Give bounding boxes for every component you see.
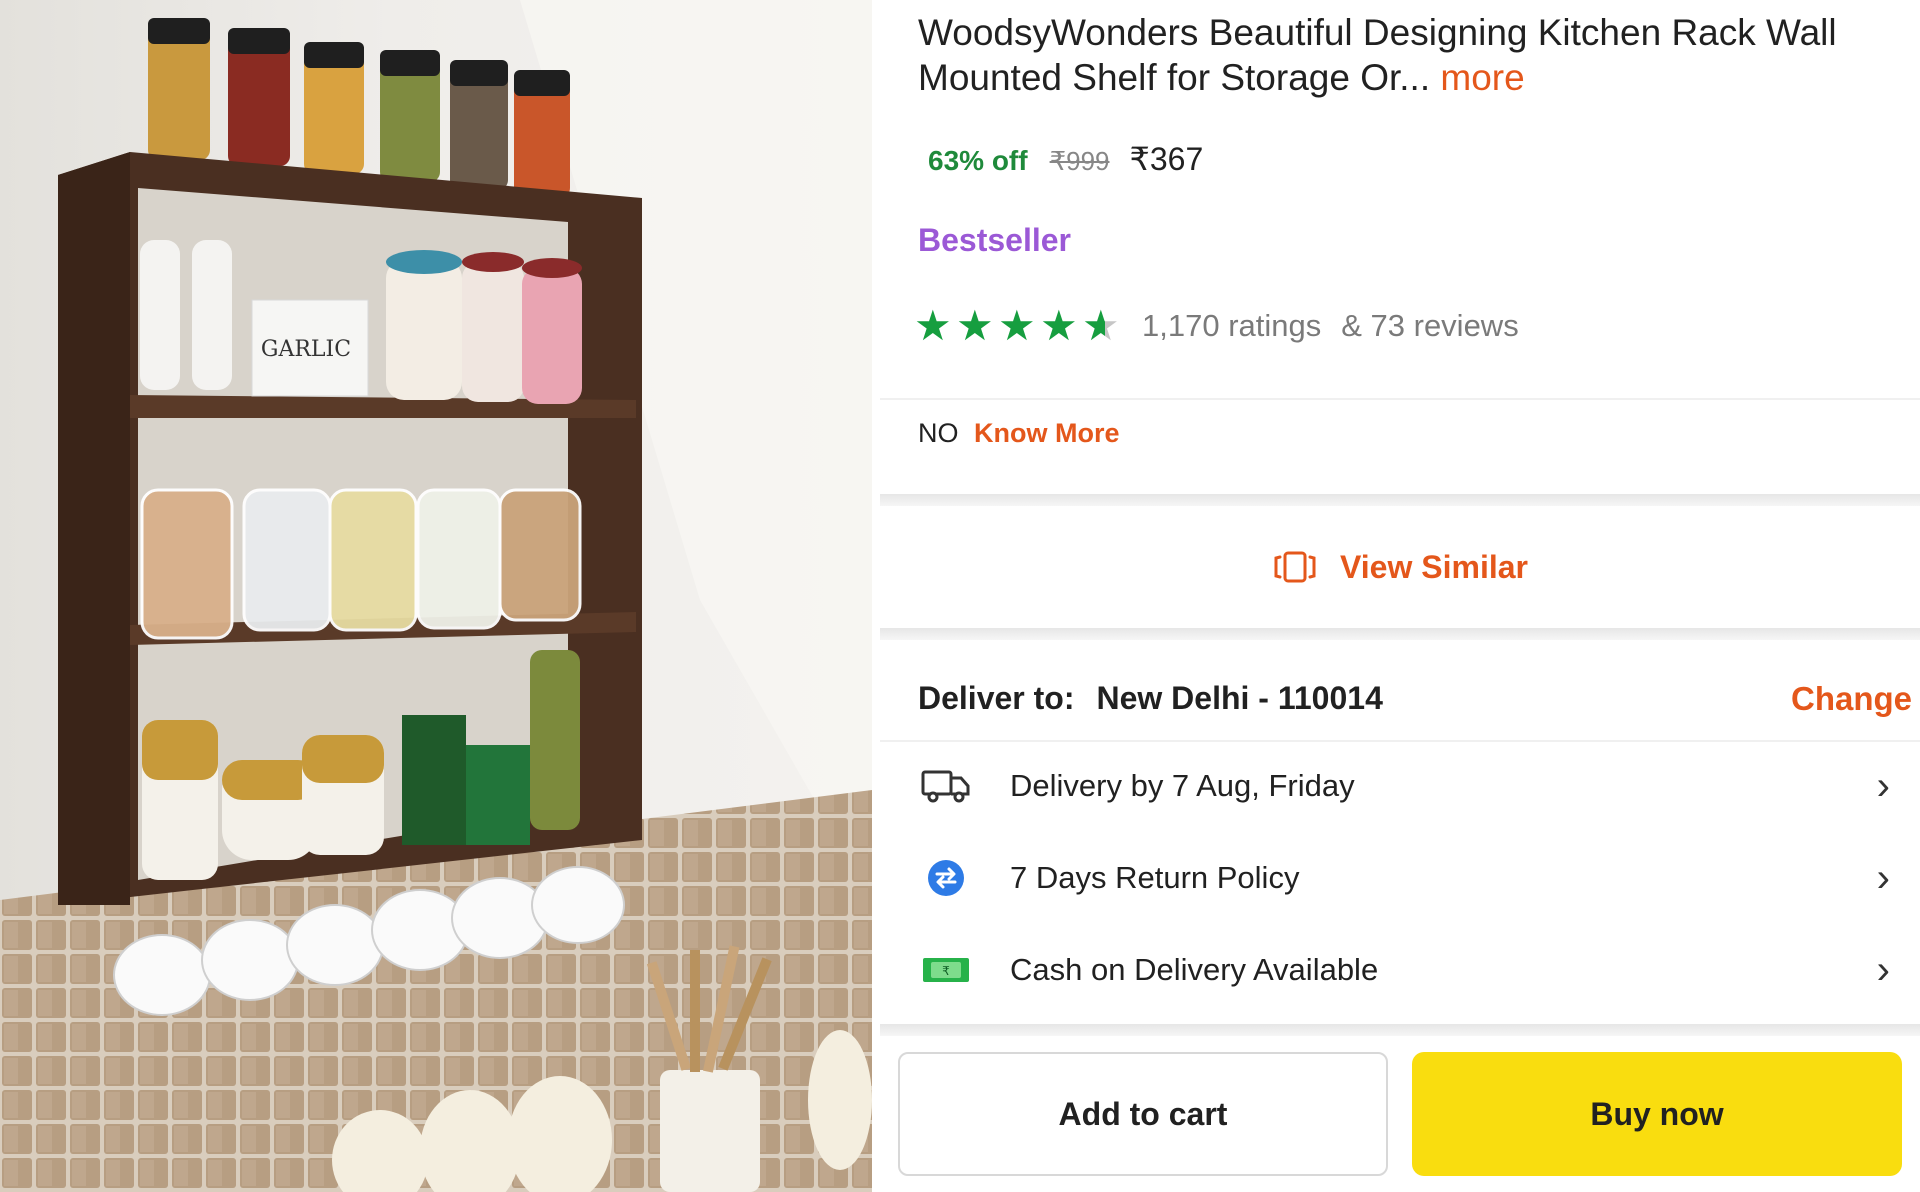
delivery-date-text: Delivery by 7 Aug, Friday	[1010, 768, 1355, 803]
know-more-link[interactable]: Know More	[974, 418, 1120, 448]
bestseller-badge: Bestseller	[918, 222, 1071, 258]
discount-label: 63% off	[928, 145, 1028, 176]
view-similar-button[interactable]: View Similar	[880, 508, 1920, 626]
view-similar-icon	[1274, 551, 1316, 583]
star-icon: ★	[914, 302, 952, 349]
selling-price: ₹367	[1129, 141, 1204, 177]
product-title: WoodsyWonders Beautiful Designing Kitche…	[918, 12, 1837, 98]
product-title-block: WoodsyWonders Beautiful Designing Kitche…	[918, 10, 1878, 100]
section-divider	[880, 1024, 1920, 1036]
original-price: ₹999	[1049, 146, 1110, 176]
delivery-date-row[interactable]: Delivery by 7 Aug, Friday ›	[880, 746, 1920, 826]
star-icon: ★	[998, 302, 1036, 349]
delivery-location: New Delhi - 110014	[1096, 680, 1383, 716]
deliver-to-label: Deliver to:	[918, 680, 1075, 716]
product-details-panel: WoodsyWonders Beautiful Designing Kitche…	[880, 0, 1920, 1192]
chevron-right-icon: ›	[1876, 947, 1890, 992]
return-policy-row[interactable]: 7 Days Return Policy ›	[880, 838, 1920, 918]
ratings-count: 1,170 ratings	[1142, 308, 1322, 343]
rating-row[interactable]: ★ ★ ★ ★ ★ 1,170 ratings & 73 reviews	[914, 304, 1519, 348]
more-link[interactable]: more	[1440, 57, 1524, 98]
star-rating: ★ ★ ★ ★ ★	[914, 304, 1124, 348]
return-icon	[916, 858, 976, 898]
half-star-icon: ★	[1082, 304, 1124, 348]
bottom-action-bar: Add to cart Buy now	[880, 1040, 1920, 1192]
chevron-right-icon: ›	[1876, 763, 1890, 808]
change-address-button[interactable]: Change	[1791, 680, 1912, 718]
divider	[880, 740, 1920, 742]
section-divider	[880, 494, 1920, 506]
shelf-row-2	[140, 488, 582, 640]
reviews-count: & 73 reviews	[1341, 308, 1519, 343]
star-icon: ★	[1040, 302, 1078, 349]
cash-icon: ₹	[916, 955, 976, 985]
divider	[880, 398, 1920, 400]
price-row: 63% off ₹999 ₹367	[928, 140, 1203, 178]
cash-on-delivery-row[interactable]: ₹ Cash on Delivery Available ›	[880, 930, 1920, 1010]
know-more-prefix: NO	[918, 418, 959, 448]
add-to-cart-button[interactable]: Add to cart	[898, 1052, 1388, 1176]
deliver-to-row: Deliver to: New Delhi - 110014 Change	[918, 680, 1912, 717]
return-policy-text: 7 Days Return Policy	[1010, 860, 1300, 895]
svg-text:₹: ₹	[942, 964, 950, 978]
section-divider	[880, 628, 1920, 640]
buy-now-button[interactable]: Buy now	[1412, 1052, 1902, 1176]
kitchen-rack-illustration: GARLIC	[0, 0, 872, 1192]
chevron-right-icon: ›	[1876, 855, 1890, 900]
view-similar-label: View Similar	[1340, 548, 1528, 585]
star-icon: ★	[956, 302, 994, 349]
product-page: GARLIC WoodsyWonders Beautiful Designing…	[0, 0, 1920, 1192]
cash-on-delivery-text: Cash on Delivery Available	[1010, 952, 1379, 987]
truck-icon	[916, 768, 976, 804]
garlic-jar-label: GARLIC	[261, 337, 351, 362]
know-more-row: NO Know More	[918, 418, 1120, 449]
product-image[interactable]: GARLIC	[0, 0, 872, 1192]
